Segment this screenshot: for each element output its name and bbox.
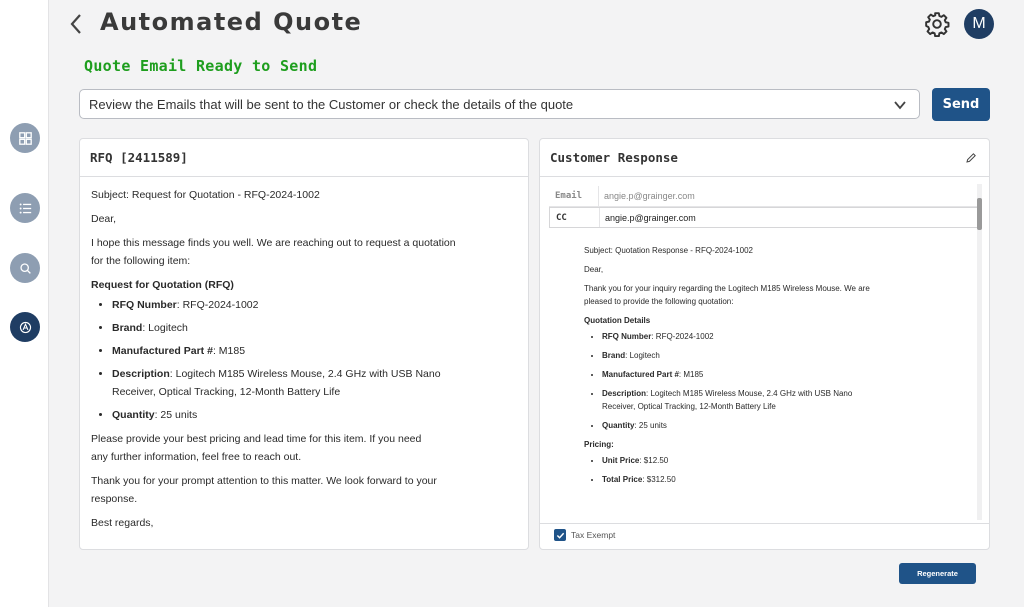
rfq-intro: I hope this message finds you well. We a… <box>91 237 456 267</box>
list-item: Description: Logitech M185 Wireless Mous… <box>112 365 452 401</box>
settings-button[interactable] <box>924 11 950 38</box>
scrollbar-thumb[interactable] <box>977 198 982 230</box>
rfq-card: RFQ [2411589] Subject: Request for Quota… <box>79 138 529 550</box>
list-item: Brand: Logitech <box>112 319 452 337</box>
list-item: Unit Price: $12.50 <box>602 454 934 467</box>
select-value: Review the Emails that will be sent to t… <box>89 96 574 112</box>
rfq-section-heading: Request for Quotation (RFQ) <box>91 279 234 291</box>
quotation-details-heading: Quotation Details <box>584 316 651 325</box>
list-item: RFQ Number: RFQ-2024-1002 <box>602 330 877 343</box>
nav-dashboard-button[interactable] <box>10 123 40 153</box>
response-scrollbar[interactable] <box>977 184 982 520</box>
rfq-item-list: RFQ Number: RFQ-2024-1002 Brand: Logitec… <box>112 296 452 424</box>
rfq-title: RFQ [2411589] <box>80 139 528 177</box>
tax-exempt-label: Tax Exempt <box>571 530 616 540</box>
list-item: Total Price: $312.50 <box>602 473 934 486</box>
nav-search-button[interactable] <box>10 253 40 283</box>
cc-field[interactable]: angie.p@grainger.com <box>600 213 696 223</box>
list-item: Manufactured Part #: M185 <box>602 368 877 381</box>
card-footer-divider <box>540 523 989 524</box>
response-email-body: Subject: Quotation Response - RFQ-2024-1… <box>584 244 934 492</box>
customer-response-card: Customer Response Email angie.p@grainger… <box>539 138 990 550</box>
automation-icon <box>19 321 31 333</box>
list-item: Quantity: 25 units <box>112 406 452 424</box>
list-item: RFQ Number: RFQ-2024-1002 <box>112 296 452 314</box>
rfq-thanks-paragraph: Thank you for your prompt attention to t… <box>91 475 437 505</box>
rfq-email-body: Subject: Request for Quotation - RFQ-202… <box>80 177 528 547</box>
list-icon <box>19 202 31 214</box>
email-recipients: Email angie.p@grainger.com CC angie.p@gr… <box>549 186 979 228</box>
sidebar <box>0 0 49 607</box>
edit-pencil-icon[interactable] <box>965 152 977 164</box>
pricing-list: Unit Price: $12.50 Total Price: $312.50 <box>602 454 934 486</box>
email-label: Email <box>549 186 599 206</box>
search-icon <box>19 262 31 274</box>
checkbox-checked-icon[interactable] <box>554 529 566 541</box>
dashboard-icon <box>18 131 32 145</box>
customer-response-title: Customer Response <box>540 139 989 177</box>
gear-icon <box>925 12 950 38</box>
response-item-list: RFQ Number: RFQ-2024-1002 Brand: Logitec… <box>602 330 877 432</box>
nav-automation-button[interactable] <box>10 312 40 342</box>
response-intro: Thank you for your inquiry regarding the… <box>584 284 870 306</box>
chevron-left-icon <box>70 14 81 34</box>
send-button[interactable]: Send <box>932 88 990 121</box>
rfq-greeting: Dear, <box>91 213 117 225</box>
chevron-down-icon <box>894 101 906 110</box>
response-greeting: Dear, <box>584 265 604 274</box>
email-review-select[interactable]: Review the Emails that will be sent to t… <box>79 89 920 119</box>
back-button[interactable] <box>66 12 86 36</box>
email-cc-row: CC angie.p@grainger.com <box>549 207 979 228</box>
page-title: Automated Quote <box>100 8 363 36</box>
list-item: Brand: Logitech <box>602 349 877 362</box>
list-item: Quantity: 25 units <box>602 419 877 432</box>
cc-label: CC <box>550 208 600 227</box>
nav-list-button[interactable] <box>10 193 40 223</box>
status-title: Quote Email Ready to Send <box>84 57 318 75</box>
email-to-row: Email angie.p@grainger.com <box>549 186 979 207</box>
tax-exempt-checkbox[interactable]: Tax Exempt <box>554 529 615 541</box>
email-field[interactable]: angie.p@grainger.com <box>599 191 695 201</box>
avatar[interactable]: M <box>964 9 994 39</box>
list-item: Description: Logitech M185 Wireless Mous… <box>602 387 877 413</box>
response-subject: Subject: Quotation Response - RFQ-2024-1… <box>584 246 753 255</box>
rfq-closing: Best regards, <box>91 517 154 529</box>
list-item: Manufactured Part #: M185 <box>112 342 452 360</box>
regenerate-button[interactable]: Regenerate <box>899 563 976 584</box>
pricing-heading: Pricing: <box>584 440 614 449</box>
rfq-subject: Subject: Request for Quotation - RFQ-202… <box>91 189 320 201</box>
rfq-request-paragraph: Please provide your best pricing and lea… <box>91 433 422 463</box>
